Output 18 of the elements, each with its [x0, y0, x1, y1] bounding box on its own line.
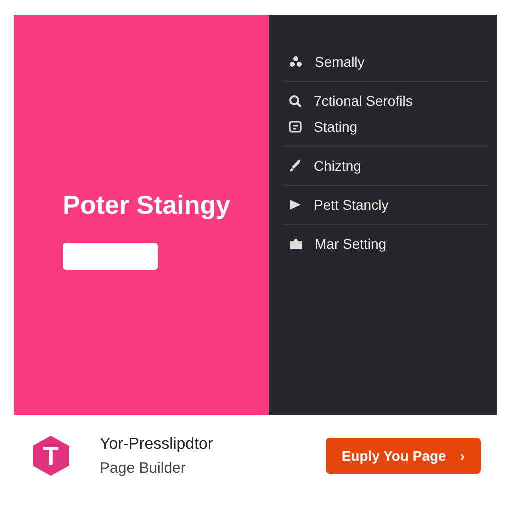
menu-item[interactable]: Semally	[283, 54, 489, 70]
folder-icon	[289, 238, 303, 250]
menu-item[interactable]: Pett Stancly	[283, 197, 489, 213]
menu-item[interactable]: 7ctional Serofils	[283, 93, 489, 109]
menu-item[interactable]: Chiztng	[283, 158, 489, 174]
action-button[interactable]: Euply You Page ›	[326, 438, 481, 474]
hero-title: Poter Staingy	[63, 190, 232, 221]
people-icon	[289, 56, 303, 68]
menu-item[interactable]: Mar Setting	[283, 236, 489, 252]
app-logo: T	[32, 435, 70, 477]
blank-button[interactable]	[63, 243, 158, 270]
brush-icon	[289, 159, 302, 173]
play-icon	[289, 199, 302, 211]
search-icon	[289, 94, 302, 108]
chat-icon	[289, 120, 302, 134]
menu-item[interactable]: Stating	[283, 119, 489, 135]
app-name: Yor-Presslipdtor	[100, 436, 214, 454]
app-subtitle: Page Builder	[100, 460, 187, 476]
